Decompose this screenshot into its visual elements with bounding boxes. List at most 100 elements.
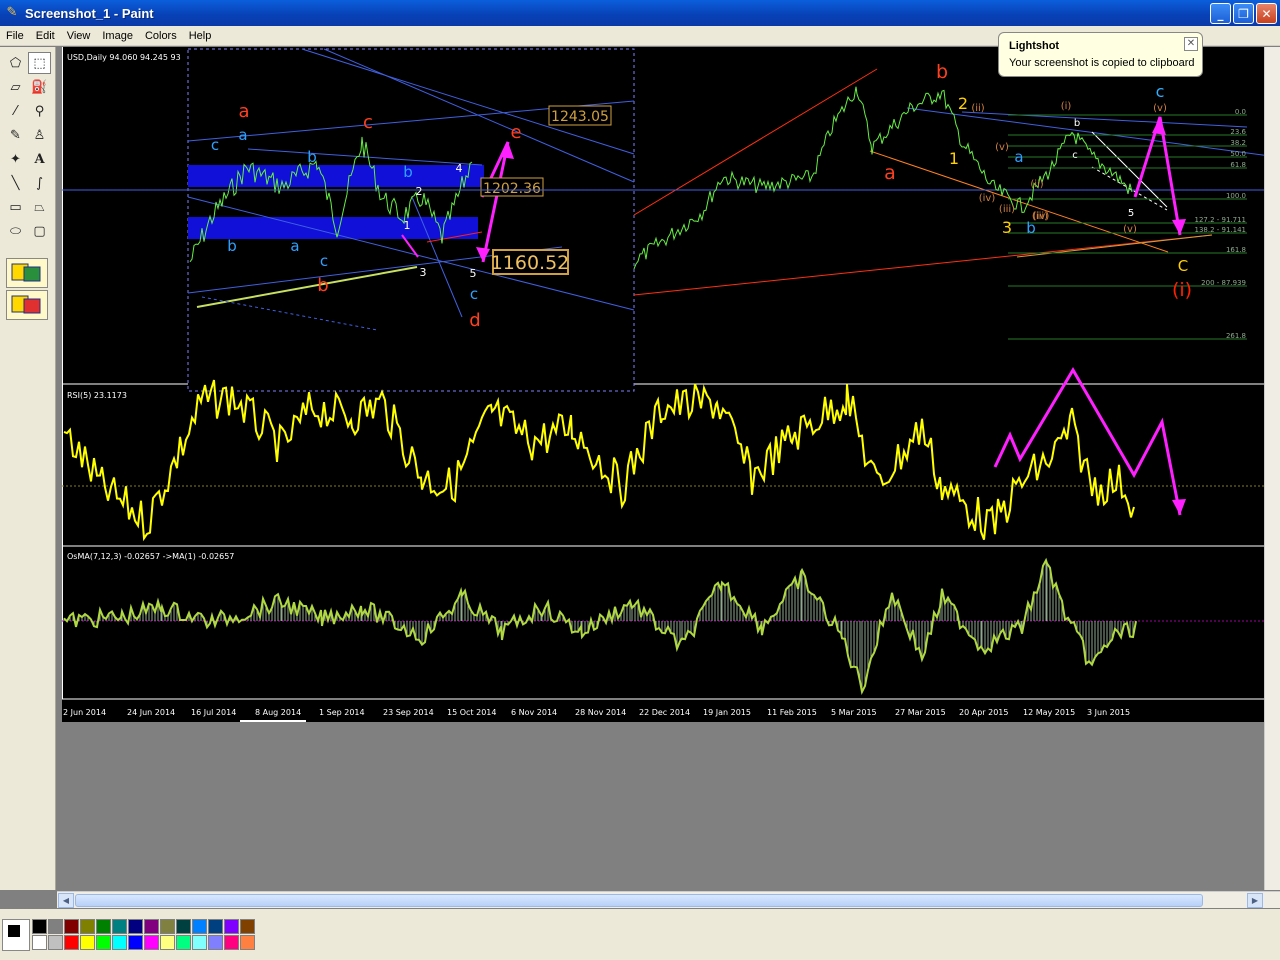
- minimize-button[interactable]: _: [1210, 3, 1231, 24]
- palette-swatch[interactable]: [96, 935, 111, 950]
- wave-label: (i): [1172, 279, 1192, 301]
- polygon-icon[interactable]: ⏢: [28, 196, 51, 218]
- rounded-rect-icon[interactable]: ▢: [28, 220, 51, 242]
- palette-swatch[interactable]: [240, 935, 255, 950]
- menu-image[interactable]: Image: [96, 30, 139, 42]
- palette-swatch[interactable]: [176, 919, 191, 934]
- vertical-scrollbar[interactable]: [1264, 47, 1280, 890]
- x-axis-label: 15 Oct 2014: [447, 708, 496, 717]
- fib-level-label: 0.0: [1235, 108, 1246, 116]
- menu-edit[interactable]: Edit: [30, 30, 61, 42]
- wave-label-top-v: (v): [1153, 103, 1167, 114]
- palette-swatch[interactable]: [192, 935, 207, 950]
- transparent-option-icon[interactable]: [6, 258, 48, 288]
- menu-colors[interactable]: Colors: [139, 30, 183, 42]
- maximize-button[interactable]: ❐: [1233, 3, 1254, 24]
- wave-label: a: [238, 101, 249, 122]
- pencil-icon[interactable]: ✎: [4, 124, 27, 146]
- x-axis-label: 24 Jun 2014: [127, 708, 175, 717]
- inset-price-1243: 1243.05: [551, 109, 609, 125]
- inset-price-1202: 1202.36: [483, 181, 541, 197]
- fill-icon[interactable]: ⛽: [28, 76, 51, 98]
- text-icon[interactable]: A: [28, 148, 51, 170]
- airbrush-icon[interactable]: ✦: [4, 148, 27, 170]
- wave-label: C: [1178, 257, 1188, 275]
- title-bar[interactable]: ✎ Screenshot_1 - Paint _ ❐ ✕: [0, 0, 1280, 26]
- fib-level-label: 161.8: [1226, 246, 1246, 254]
- wave-label: b: [403, 163, 413, 181]
- palette-swatch[interactable]: [64, 919, 79, 934]
- palette-swatch[interactable]: [112, 935, 127, 950]
- eraser-icon[interactable]: ▱: [4, 76, 27, 98]
- x-axis-label: 22 Dec 2014: [639, 708, 690, 717]
- palette-swatch[interactable]: [112, 919, 127, 934]
- fib-level-label: 50.0: [1230, 150, 1246, 158]
- scroll-thumb[interactable]: [75, 894, 1203, 907]
- palette-swatch[interactable]: [240, 919, 255, 934]
- current-color-indicator[interactable]: [2, 919, 30, 951]
- chart-image[interactable]: 1243.05 1202.36 1160.52 0.0 23.6 38.2 50.0 6…: [62, 47, 1278, 722]
- palette-swatch[interactable]: [48, 935, 63, 950]
- x-axis-label: 12 May 2015: [1023, 708, 1075, 717]
- fib-level-label: 38.2: [1230, 139, 1246, 147]
- palette-swatch[interactable]: [32, 935, 47, 950]
- magnifier-icon[interactable]: ⚲: [28, 100, 51, 122]
- palette-swatch[interactable]: [192, 919, 207, 934]
- palette-swatch[interactable]: [80, 919, 95, 934]
- fib-level-label: 127.2 - 91.711: [1194, 216, 1246, 224]
- rectangle-icon[interactable]: ▭: [4, 196, 27, 218]
- menu-file[interactable]: File: [0, 30, 30, 42]
- menu-help[interactable]: Help: [183, 30, 218, 42]
- palette-swatch[interactable]: [208, 919, 223, 934]
- inset-price-1160: 1160.52: [491, 252, 570, 274]
- curve-icon[interactable]: ∫: [28, 172, 51, 194]
- lightshot-notification[interactable]: Lightshot Your screenshot is copied to c…: [998, 32, 1203, 77]
- palette-swatch[interactable]: [176, 935, 191, 950]
- scroll-right-icon[interactable]: ▶: [1247, 893, 1263, 908]
- wave-label: b: [317, 275, 328, 296]
- palette-swatch[interactable]: [208, 935, 223, 950]
- wave-label: 2: [958, 94, 968, 113]
- wave-label: 1: [949, 149, 959, 168]
- palette-swatch[interactable]: [160, 919, 175, 934]
- x-axis-label: 20 Apr 2015: [959, 708, 1008, 717]
- wave-label: (iv): [1033, 211, 1050, 222]
- wave-label: b: [936, 61, 948, 83]
- palette-swatch[interactable]: [224, 919, 239, 934]
- menu-view[interactable]: View: [61, 30, 97, 42]
- palette-swatch[interactable]: [144, 919, 159, 934]
- palette-swatch[interactable]: [160, 935, 175, 950]
- x-axis-label: 8 Aug 2014: [255, 708, 301, 717]
- close-button[interactable]: ✕: [1256, 3, 1277, 24]
- notification-title: Lightshot: [1009, 40, 1060, 52]
- x-axis-label: 28 Nov 2014: [575, 708, 626, 717]
- ellipse-icon[interactable]: ⬭: [4, 220, 27, 242]
- osma-header: OsMA(7,12,3) -0.02657 ->MA(1) -0.02657: [67, 552, 234, 561]
- free-select-icon[interactable]: ⬠: [4, 52, 27, 74]
- horizontal-scrollbar[interactable]: ◀ ▶: [57, 891, 1280, 908]
- palette-swatch[interactable]: [144, 935, 159, 950]
- wave-label: 2: [416, 185, 423, 198]
- x-axis-label: 27 Mar 2015: [895, 708, 946, 717]
- scroll-left-icon[interactable]: ◀: [58, 893, 74, 908]
- fib-level-label: 200 - 87.939: [1201, 279, 1246, 287]
- rect-select-icon[interactable]: ⬚: [28, 52, 51, 74]
- palette-swatch[interactable]: [48, 919, 63, 934]
- line-icon[interactable]: ╲: [4, 172, 27, 194]
- palette-swatch[interactable]: [128, 935, 143, 950]
- palette-swatch[interactable]: [32, 919, 47, 934]
- palette-swatch[interactable]: [128, 919, 143, 934]
- wave-label: 5: [1128, 208, 1134, 219]
- palette-swatch[interactable]: [64, 935, 79, 950]
- color-picker-icon[interactable]: ⁄: [4, 100, 27, 122]
- opaque-option-icon[interactable]: [6, 290, 48, 320]
- x-axis-label: 6 Nov 2014: [511, 708, 557, 717]
- notification-close-icon[interactable]: ✕: [1184, 37, 1198, 51]
- palette-swatch[interactable]: [224, 935, 239, 950]
- palette-swatch[interactable]: [96, 919, 111, 934]
- wave-label: c: [1072, 150, 1078, 161]
- brush-icon[interactable]: ♙: [28, 124, 51, 146]
- wave-label: a: [884, 162, 896, 184]
- palette-swatch[interactable]: [80, 935, 95, 950]
- fib-level-label: 23.6: [1230, 128, 1246, 136]
